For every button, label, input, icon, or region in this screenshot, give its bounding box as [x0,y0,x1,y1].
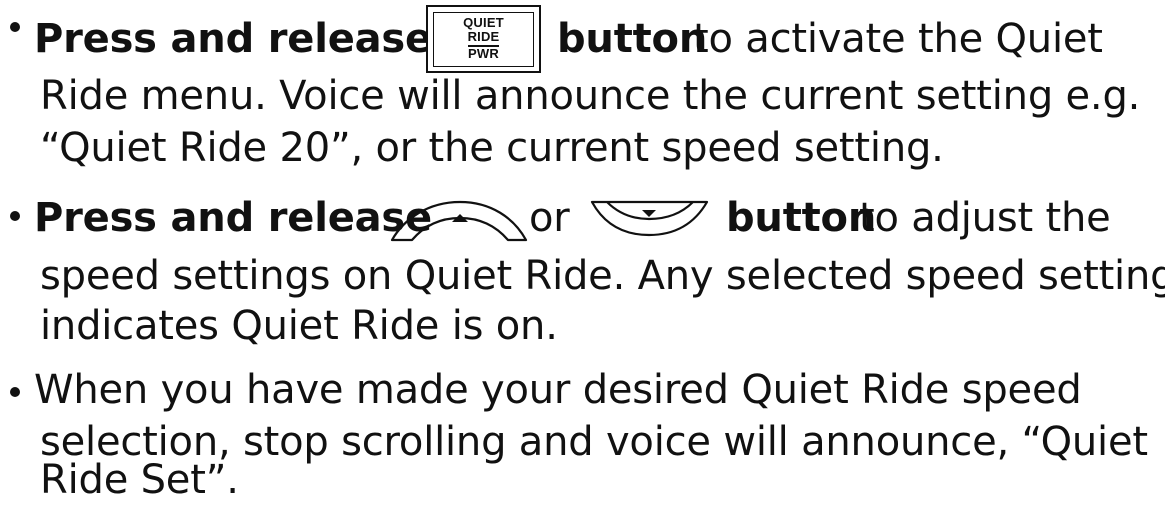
quiet-label: QUIET [463,15,504,30]
instruction-text: “Quiet Ride 20”, or the current speed se… [40,125,944,171]
instruction-text: Ride Set”. [40,457,239,503]
instruction-line: Ride Set”. [0,456,1165,504]
instruction-text: Ride menu. Voice will announce the curre… [40,73,1141,119]
down-arrow-button-icon [589,197,710,243]
instruction-text: to activate the Quiet [693,16,1103,62]
instruction-line: indicates Quiet Ride is on. [0,302,1165,350]
instruction-text: speed settings on Quiet Ride. Any select… [40,253,1165,299]
instruction-line: Press and release or button to adjust th… [0,194,1165,242]
instruction-text: indicates Quiet Ride is on. [40,303,558,349]
pwr-label: PWR [468,46,499,61]
quiet-ride-power-button-icon: QUIET RIDE PWR [426,5,541,73]
instruction-line: Ride menu. Voice will announce the curre… [0,72,1165,120]
bold-instruction-text: Press and release [34,16,432,62]
instruction-line: speed settings on Quiet Ride. Any select… [0,252,1165,300]
quiet-ride-power-button-label: QUIET RIDE PWR [433,12,534,67]
instruction-line: “Quiet Ride 20”, or the current speed se… [0,124,1165,172]
instruction-line: When you have made your desired Quiet Ri… [0,366,1165,414]
instruction-text: When you have made your desired Quiet Ri… [34,367,1082,413]
bold-instruction-text: Press and release [34,195,432,241]
up-arrow-button-icon [388,193,531,243]
ride-label: RIDE [467,30,500,47]
instruction-line: Press and release button to activate the… [0,15,1165,63]
instruction-text: to adjust the [859,195,1111,241]
bold-button-text: button [557,16,708,62]
instruction-page: Press and release button to activate the… [0,0,1165,505]
bold-button-text: button [726,195,877,241]
instruction-text: or [529,195,570,241]
